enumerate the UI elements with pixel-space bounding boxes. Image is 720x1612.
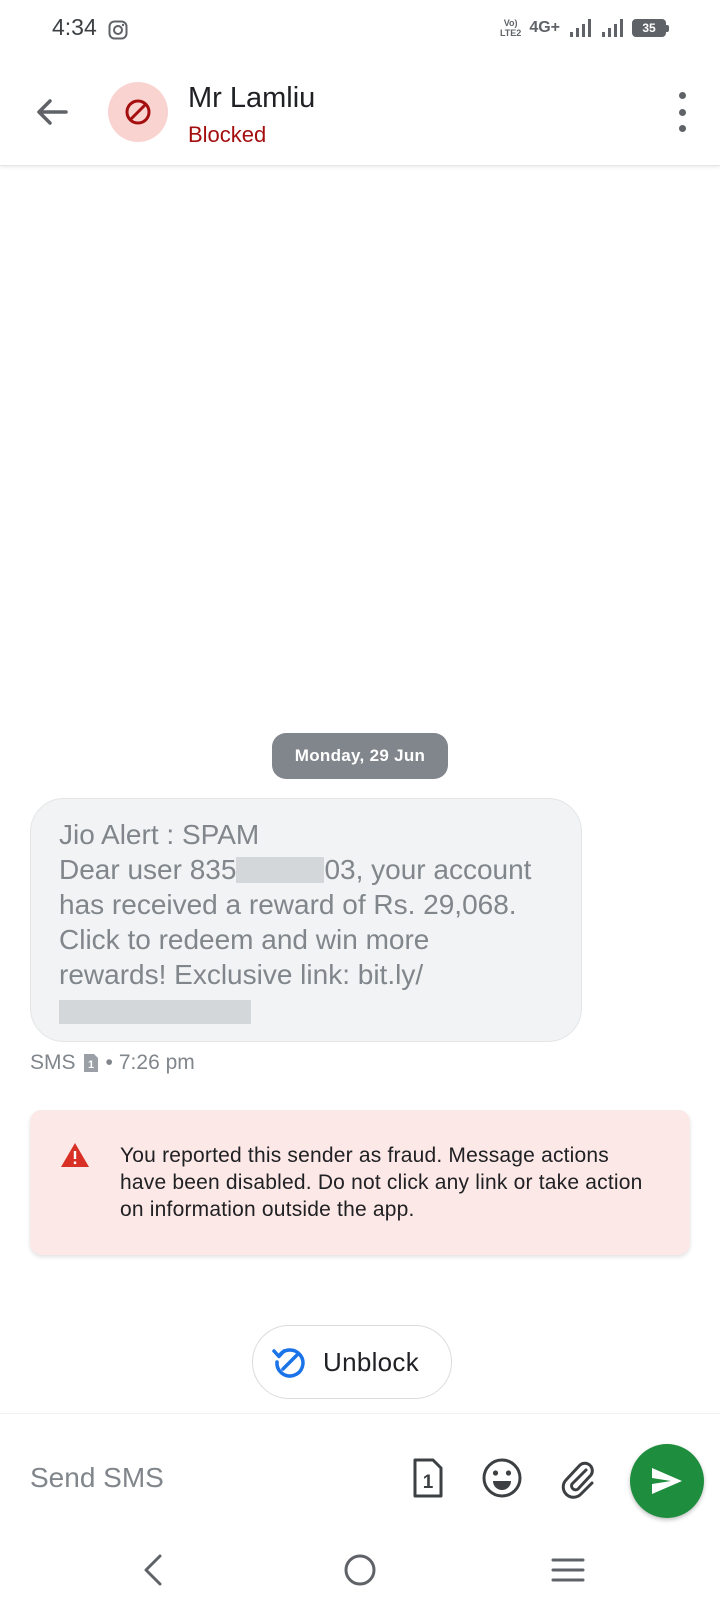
system-nav-bar: [0, 1530, 720, 1612]
signal-2-icon: [602, 19, 623, 37]
send-icon: [652, 1468, 682, 1494]
warning-icon: [61, 1143, 89, 1167]
contact-status: Blocked: [188, 122, 267, 147]
contact-name[interactable]: Mr Lamliu: [188, 82, 315, 115]
volte-indicator: Vo) LTE2: [499, 18, 522, 38]
status-time: 4:34: [52, 14, 97, 40]
redacted-link: [59, 1000, 251, 1024]
nav-recents-icon[interactable]: [548, 1550, 588, 1590]
message-line: [59, 992, 553, 1028]
date-chip: Monday, 29 Jun: [272, 733, 448, 779]
status-bar: 4:34 Vo) LTE2 4G+ 35: [0, 0, 720, 60]
message-line: Click to redeem and win more: [59, 924, 430, 955]
battery-indicator: 35: [632, 19, 669, 37]
status-indicators: Vo) LTE2 4G+ 35: [499, 18, 669, 38]
conversation-header: Mr Lamliu Blocked: [0, 60, 720, 166]
message-line: rewards! Exclusive link: bit.ly/: [59, 959, 424, 990]
blocked-avatar[interactable]: [108, 82, 168, 142]
emoji-icon[interactable]: [480, 1456, 524, 1500]
meta-separator: •: [105, 1051, 113, 1074]
nav-home-icon[interactable]: [340, 1550, 380, 1590]
network-type: 4G+: [529, 19, 560, 36]
message-line: has received a reward of Rs. 29,068.: [59, 889, 517, 920]
unblock-label: Unblock: [323, 1346, 420, 1377]
message-bubble[interactable]: Jio Alert : SPAM Dear user 835 03, your a…: [30, 798, 582, 1042]
more-options-icon[interactable]: [676, 92, 688, 132]
back-arrow-icon[interactable]: [30, 90, 74, 134]
unblock-icon: [272, 1348, 305, 1378]
instagram-notification-icon: [108, 20, 128, 40]
unblock-button[interactable]: Unblock: [252, 1325, 452, 1399]
sim-select-icon[interactable]: 1: [406, 1456, 450, 1500]
nav-back-icon[interactable]: [134, 1550, 174, 1590]
send-button[interactable]: [630, 1444, 704, 1518]
svg-text:1: 1: [423, 1472, 434, 1493]
attach-icon[interactable]: [556, 1456, 600, 1500]
sim-1-icon: 1: [83, 1054, 98, 1072]
message-time: 7:26 pm: [118, 1051, 195, 1074]
signal-1-icon: [570, 19, 591, 37]
redacted-number: [236, 857, 325, 883]
message-line: Dear user 835 03, your account: [59, 854, 532, 885]
message-type: SMS: [30, 1051, 76, 1074]
fraud-warning-text: You reported this sender as fraud. Messa…: [120, 1144, 643, 1221]
message-meta: SMS 1 • 7:26 pm: [30, 1051, 195, 1075]
message-line: Jio Alert : SPAM: [59, 819, 260, 850]
compose-bar: 1: [0, 1413, 720, 1530]
fraud-warning-banner: You reported this sender as fraud. Messa…: [30, 1110, 690, 1255]
svg-text:1: 1: [87, 1059, 93, 1071]
send-sms-input[interactable]: [30, 1458, 370, 1498]
blocked-icon: [125, 99, 151, 125]
